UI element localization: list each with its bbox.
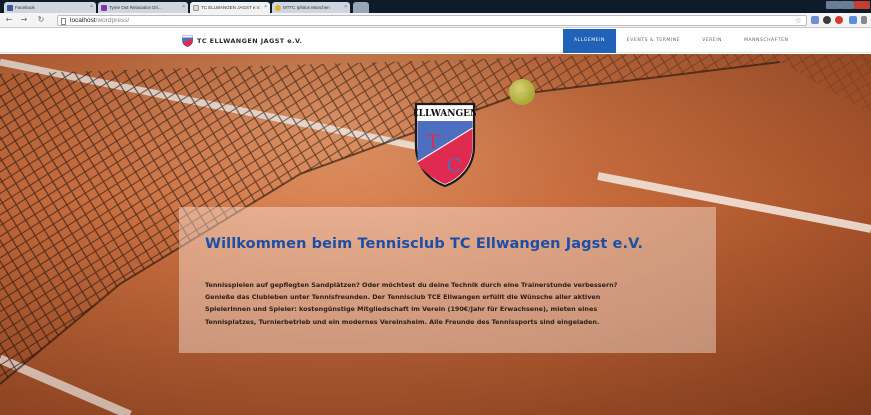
tennis-ball-icon bbox=[275, 5, 281, 11]
welcome-intro: Tennisspielen auf gepflegten Sandplätzen… bbox=[205, 279, 705, 328]
close-window-button[interactable] bbox=[854, 1, 870, 9]
crest-letter-c: C bbox=[447, 155, 462, 177]
browser-tab[interactable]: Facebook × bbox=[4, 2, 96, 13]
extension-icon[interactable] bbox=[811, 16, 819, 24]
address-bar[interactable]: localhost/wordpress/ ☆ bbox=[57, 15, 807, 26]
new-tab-button[interactable] bbox=[353, 2, 369, 13]
browser-tab[interactable]: MTTC Iphitos München × bbox=[272, 2, 350, 13]
browser-toolbar: ← → ↻ localhost/wordpress/ ☆ bbox=[0, 13, 871, 28]
site-brand[interactable]: TC ELLWANGEN JAGST e.V. bbox=[197, 37, 302, 45]
intro-line: Genieße das Clubleben unter Tennisfreund… bbox=[205, 293, 601, 302]
site-header: TC ELLWANGEN JAGST e.V. ALLGEMEIN EVENTS… bbox=[0, 29, 871, 53]
back-icon[interactable]: ← bbox=[4, 15, 14, 25]
welcome-panel: Willkommen beim Tennisclub TC Ellwangen … bbox=[179, 207, 716, 353]
nav-verein[interactable]: VEREIN bbox=[691, 29, 733, 53]
close-tab-icon[interactable]: × bbox=[90, 4, 93, 10]
star-icon[interactable]: ☆ bbox=[795, 16, 802, 25]
welcome-heading: Willkommen beim Tennisclub TC Ellwangen … bbox=[205, 236, 644, 252]
close-tab-icon[interactable]: × bbox=[344, 4, 347, 10]
site-favicon-icon bbox=[101, 5, 107, 11]
crest-letter-t: T bbox=[427, 131, 440, 153]
hero-banner: ELLWANGEN T C Willkommen beim Tennisclub… bbox=[0, 54, 871, 415]
extension-icon[interactable] bbox=[849, 16, 857, 24]
close-tab-icon[interactable]: × bbox=[264, 4, 267, 10]
settings-gear-icon[interactable] bbox=[823, 16, 831, 24]
page-icon bbox=[61, 17, 66, 25]
url-text: localhost/wordpress/ bbox=[70, 17, 130, 24]
browser-tab[interactable]: Tyme Out Relaxation Dri... × bbox=[98, 2, 188, 13]
page-icon bbox=[193, 5, 199, 11]
adblock-icon[interactable] bbox=[835, 16, 843, 24]
forward-icon[interactable]: → bbox=[19, 15, 29, 25]
minimize-window-button[interactable] bbox=[826, 1, 840, 9]
intro-line: SpielerInnen und Spieler: kostengünstige… bbox=[205, 305, 598, 314]
club-logo-icon[interactable] bbox=[182, 35, 193, 47]
close-tab-icon[interactable]: × bbox=[182, 4, 185, 10]
intro-line: Tennisspielen auf gepflegten Sandplätzen… bbox=[205, 281, 618, 289]
crest-name: ELLWANGEN bbox=[414, 109, 476, 119]
main-nav: ALLGEMEIN EVENTS & TERMINE VEREIN MANNSC… bbox=[563, 29, 799, 53]
intro-line: Tennisplatzes, Turnierbetrieb und ein mo… bbox=[205, 317, 600, 326]
browser-tab-strip: Facebook × Tyme Out Relaxation Dri... × … bbox=[0, 0, 871, 13]
nav-allgemein[interactable]: ALLGEMEIN bbox=[563, 29, 616, 53]
nav-events-termine[interactable]: EVENTS & TERMINE bbox=[616, 29, 691, 53]
maximize-window-button[interactable] bbox=[840, 1, 854, 9]
nav-mannschaften[interactable]: MANNSCHAFTEN bbox=[733, 29, 799, 53]
club-crest-icon: ELLWANGEN T C bbox=[414, 102, 476, 188]
facebook-icon bbox=[7, 5, 13, 11]
menu-icon[interactable] bbox=[861, 16, 867, 24]
reload-icon[interactable]: ↻ bbox=[36, 15, 46, 25]
browser-tab-active[interactable]: TC ELLWANGEN JAGST e.V. × bbox=[190, 2, 270, 13]
